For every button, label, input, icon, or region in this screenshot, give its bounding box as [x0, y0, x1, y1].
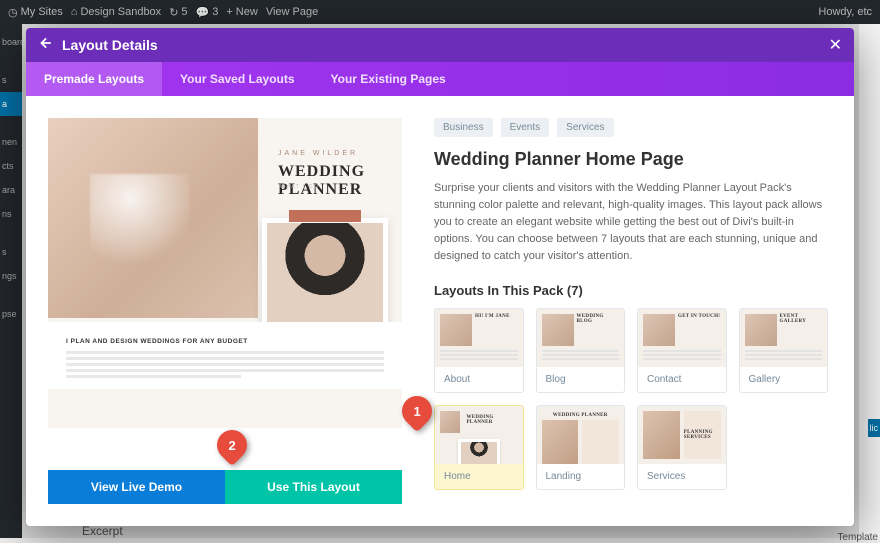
- home-icon: ⌂: [71, 6, 78, 18]
- pack-card-home[interactable]: WEDDING PLANNERHome: [434, 405, 524, 490]
- tab-your-saved-layouts[interactable]: Your Saved Layouts: [162, 62, 312, 96]
- pack-thumb: HI! I'M JANE: [435, 309, 523, 367]
- pack-card-contact[interactable]: GET IN TOUCH!Contact: [637, 308, 727, 393]
- publish-button-partial[interactable]: lic: [868, 419, 880, 437]
- refresh-icon: ↻: [169, 6, 178, 19]
- sidebar-item[interactable]: s: [0, 240, 22, 264]
- pack-thumb: WEDDING BLOG: [537, 309, 625, 367]
- adminbar-view-page[interactable]: View Page: [266, 6, 318, 18]
- sidebar-item[interactable]: s: [0, 68, 22, 92]
- pack-label: Contact: [638, 367, 726, 392]
- sidebar-item[interactable]: [0, 288, 22, 302]
- modal-title: Layout Details: [62, 37, 158, 53]
- back-icon[interactable]: [38, 36, 52, 55]
- pack-label: Landing: [537, 464, 625, 489]
- wp-sidebar-partial: boardsanenctsaranssngspse: [0, 24, 22, 538]
- sidebar-item[interactable]: board: [0, 30, 22, 54]
- sidebar-item[interactable]: ngs: [0, 264, 22, 288]
- preview-column: JANE WILDER WEDDING PLANNER WHAT I DO I …: [26, 96, 424, 526]
- pack-thumb: WEDDING PLANNER: [537, 406, 625, 464]
- tag-services[interactable]: Services: [557, 118, 613, 137]
- pack-label: Services: [638, 464, 726, 489]
- preview-text-lines: [66, 351, 384, 378]
- preview-actions: View Live Demo Use This Layout: [48, 470, 402, 504]
- sidebar-item[interactable]: [0, 54, 22, 68]
- pack-grid: HI! I'M JANEAboutWEDDING BLOGBlogGET IN …: [434, 308, 828, 490]
- layout-details-modal: Layout Details ✕ Premade LayoutsYour Sav…: [26, 28, 854, 526]
- right-panel-partial: lic Template: [858, 24, 880, 538]
- pack-thumb: GET IN TOUCH!: [638, 309, 726, 367]
- pack-card-landing[interactable]: WEDDING PLANNERLanding: [536, 405, 626, 490]
- pack-thumb: WEDDING PLANNER: [435, 406, 523, 464]
- pack-card-blog[interactable]: WEDDING BLOGBlog: [536, 308, 626, 393]
- category-tags: Business Events Services: [434, 118, 828, 137]
- pack-thumb: PLANNING SERVICES: [638, 406, 726, 464]
- sidebar-item[interactable]: cts: [0, 154, 22, 178]
- modal-tabs: Premade LayoutsYour Saved LayoutsYour Ex…: [26, 62, 854, 96]
- view-live-demo-button[interactable]: View Live Demo: [48, 470, 225, 504]
- sidebar-item[interactable]: nen: [0, 130, 22, 154]
- layout-preview: JANE WILDER WEDDING PLANNER WHAT I DO I …: [48, 118, 402, 428]
- tab-premade-layouts[interactable]: Premade Layouts: [26, 62, 162, 96]
- pack-section-heading: Layouts In This Pack (7): [434, 283, 828, 298]
- preview-title: WEDDING PLANNER: [278, 163, 402, 199]
- pack-card-about[interactable]: HI! I'M JANEAbout: [434, 308, 524, 393]
- wp-logo-icon: ◷: [8, 6, 18, 19]
- comment-icon: 💬: [196, 6, 210, 19]
- pack-thumb: EVENT GALLERY: [740, 309, 828, 367]
- preview-text-strip: I PLAN AND DESIGN WEDDINGS FOR ANY BUDGE…: [48, 322, 402, 389]
- sidebar-item[interactable]: ara: [0, 178, 22, 202]
- preview-tagline: WHAT I DO: [280, 184, 319, 190]
- close-icon[interactable]: ✕: [829, 35, 842, 55]
- adminbar-site-name[interactable]: ⌂ Design Sandbox: [71, 6, 161, 18]
- pack-label: Home: [435, 464, 523, 489]
- preview-hero-image: [48, 118, 258, 318]
- pack-label: Gallery: [740, 367, 828, 392]
- pack-card-services[interactable]: PLANNING SERVICESServices: [637, 405, 727, 490]
- sidebar-item[interactable]: a: [0, 92, 22, 116]
- preview-strip-heading: I PLAN AND DESIGN WEDDINGS FOR ANY BUDGE…: [66, 338, 384, 345]
- pack-label: Blog: [537, 367, 625, 392]
- plus-icon: +: [226, 6, 232, 18]
- modal-header: Layout Details ✕: [26, 28, 854, 62]
- sidebar-item[interactable]: ns: [0, 202, 22, 226]
- preview-subtitle: JANE WILDER: [278, 150, 358, 157]
- tag-business[interactable]: Business: [434, 118, 493, 137]
- adminbar-comments[interactable]: 💬 3: [196, 6, 219, 19]
- layout-description: Surprise your clients and visitors with …: [434, 180, 828, 265]
- adminbar-new[interactable]: + New: [226, 6, 257, 18]
- preview-badge: [289, 210, 361, 222]
- sidebar-item[interactable]: pse: [0, 302, 22, 326]
- adminbar-my-sites[interactable]: ◷ My Sites: [8, 6, 63, 19]
- adminbar-howdy[interactable]: Howdy, etc: [818, 6, 872, 18]
- pack-card-gallery[interactable]: EVENT GALLERYGallery: [739, 308, 829, 393]
- sidebar-item[interactable]: [0, 116, 22, 130]
- use-this-layout-button[interactable]: Use This Layout: [225, 470, 402, 504]
- layout-heading: Wedding Planner Home Page: [434, 149, 828, 170]
- tag-events[interactable]: Events: [501, 118, 550, 137]
- details-column: Business Events Services Wedding Planner H…: [424, 96, 854, 526]
- adminbar-updates[interactable]: ↻ 5: [169, 6, 187, 19]
- pack-label: About: [435, 367, 523, 392]
- sidebar-item[interactable]: [0, 226, 22, 240]
- wp-admin-bar: ◷ My Sites ⌂ Design Sandbox ↻ 5 💬 3 + Ne…: [0, 0, 880, 24]
- tab-your-existing-pages[interactable]: Your Existing Pages: [313, 62, 464, 96]
